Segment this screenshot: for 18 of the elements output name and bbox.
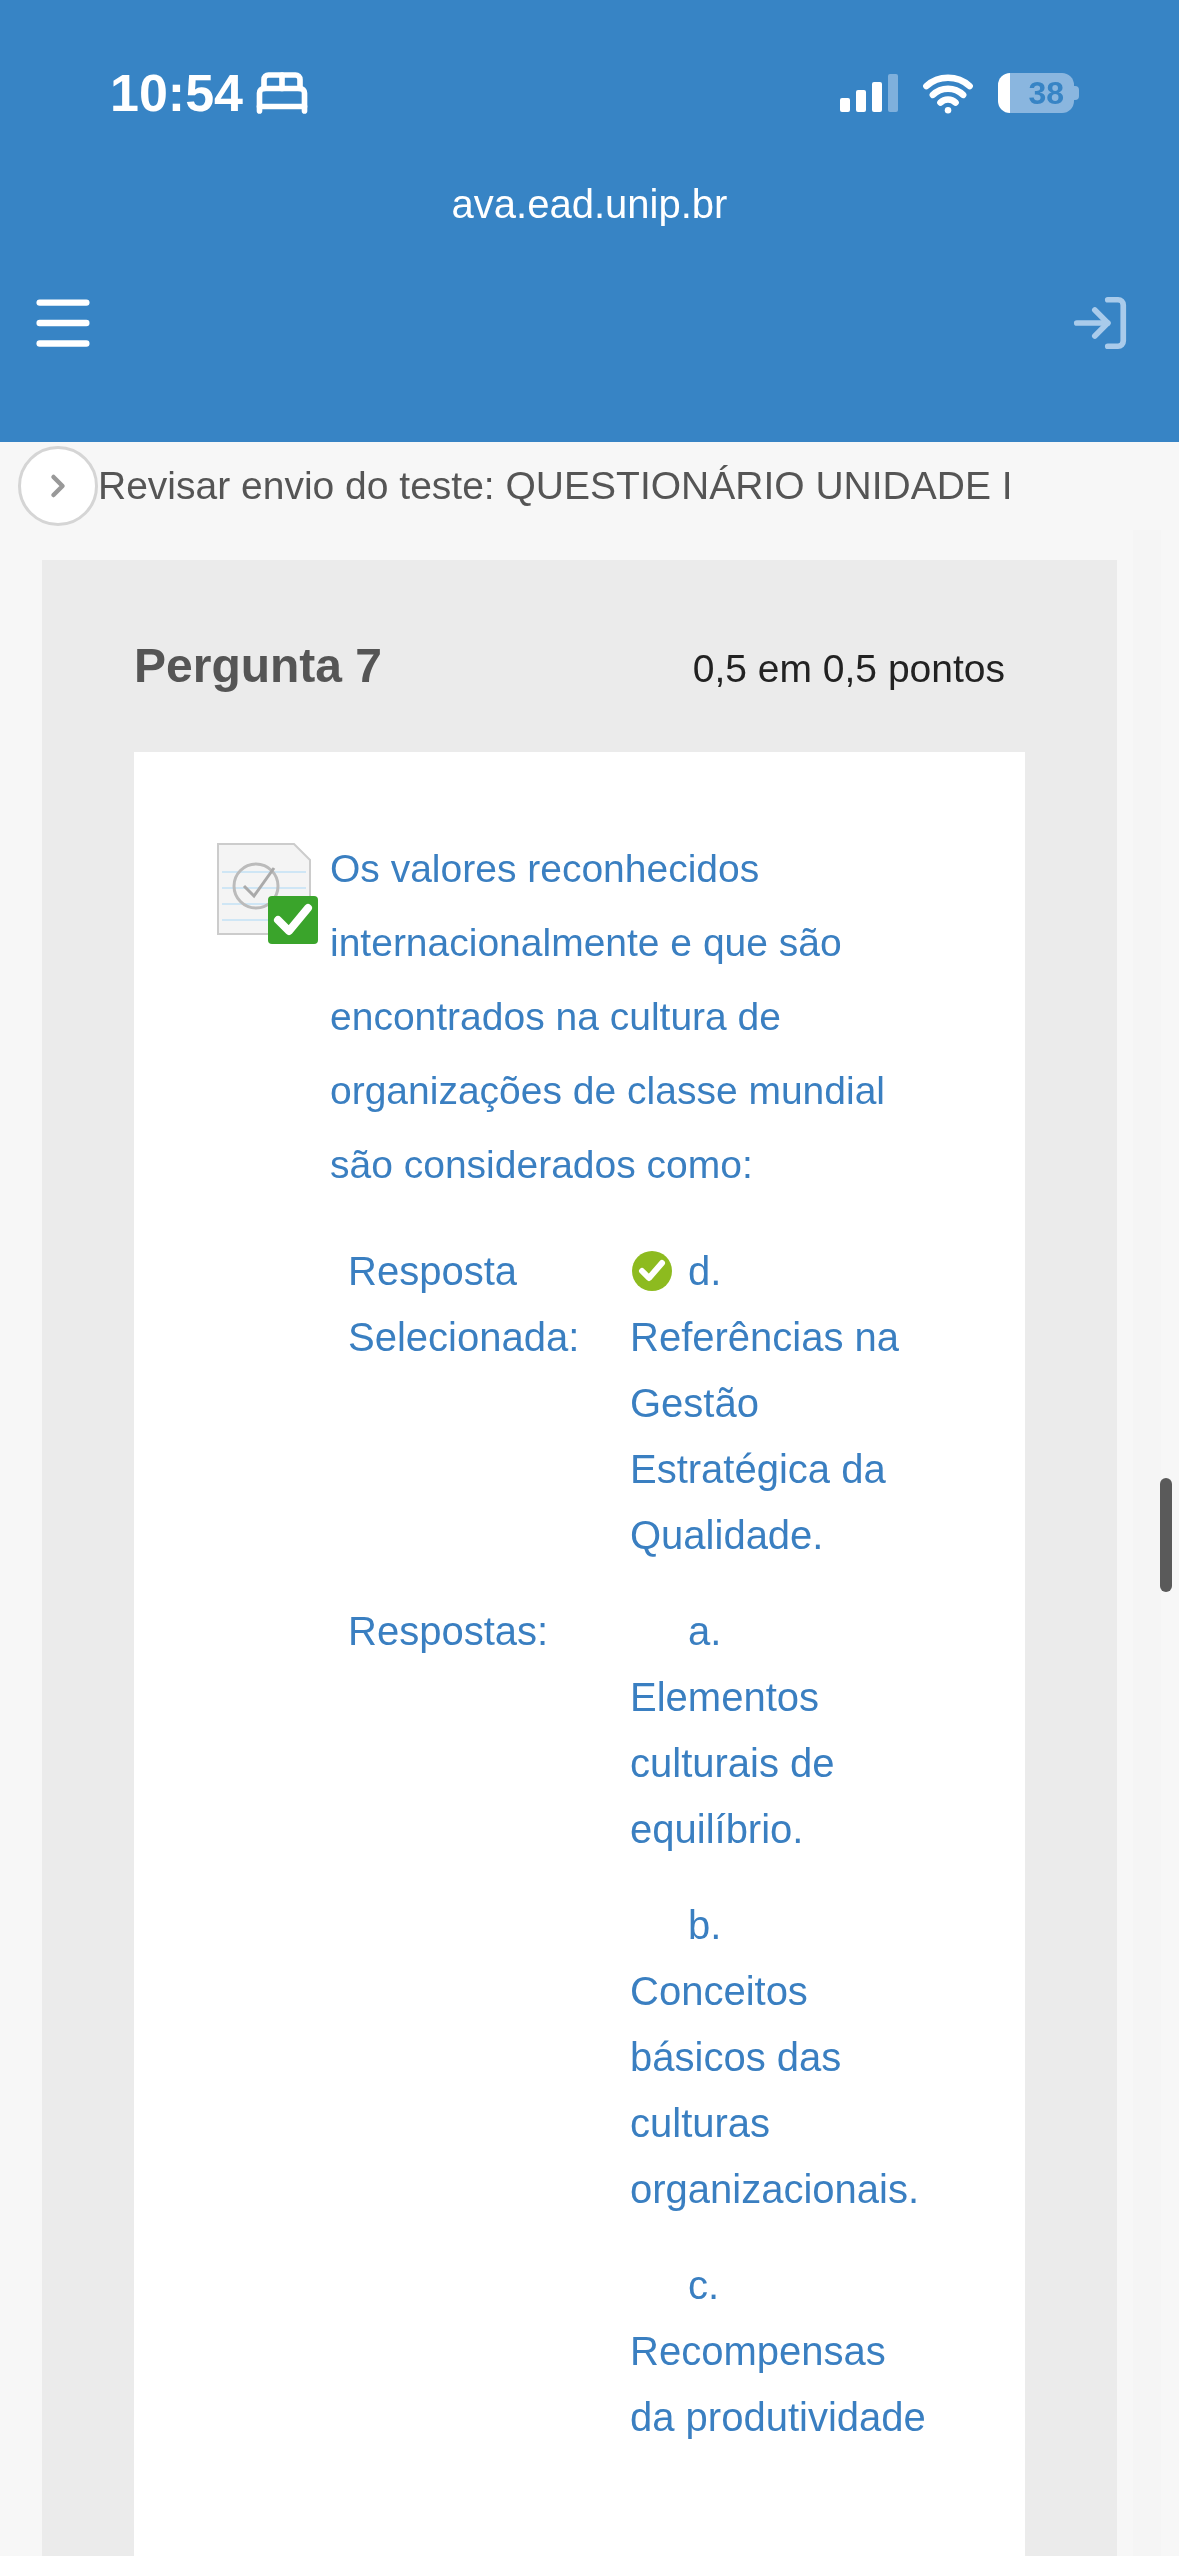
- selected-answer-label: Resposta Selecionada:: [348, 1248, 581, 1361]
- page-url: ava.ead.unip.br: [451, 181, 728, 228]
- question-text: Os valores reconhecidos internacionalmente e que são encontrados na cultura de organizações de classe mundial são considerados como:: [330, 846, 886, 1188]
- answer-text: Elementos culturais de equilíbrio.: [630, 1674, 836, 1853]
- question-title: Pergunta 7: [134, 638, 383, 694]
- answer-text: Conceitos básicos das culturas organizacionais.: [630, 1968, 921, 2213]
- answer-text: Recompensas da produtividade: [630, 2328, 927, 2441]
- answers-label: Respostas:: [348, 1608, 550, 1655]
- question-score: 0,5 em 0,5 pontos: [692, 646, 1005, 692]
- battery-indicator: 38: [998, 73, 1079, 113]
- answer-letter: a.: [688, 1609, 722, 1653]
- signal-icon: [840, 74, 898, 112]
- answer-letter: c.: [688, 2263, 720, 2307]
- answer-letter: d.: [688, 1248, 722, 1295]
- answer-letter: b.: [688, 1903, 722, 1947]
- status-time: 10:54: [110, 63, 243, 124]
- breadcrumb-title: Revisar envio do teste: QUESTIONÁRIO UNIDADE I: [98, 462, 1013, 509]
- answer-text: Referências na Gestão Estratégica da Qualidade.: [630, 1314, 901, 1559]
